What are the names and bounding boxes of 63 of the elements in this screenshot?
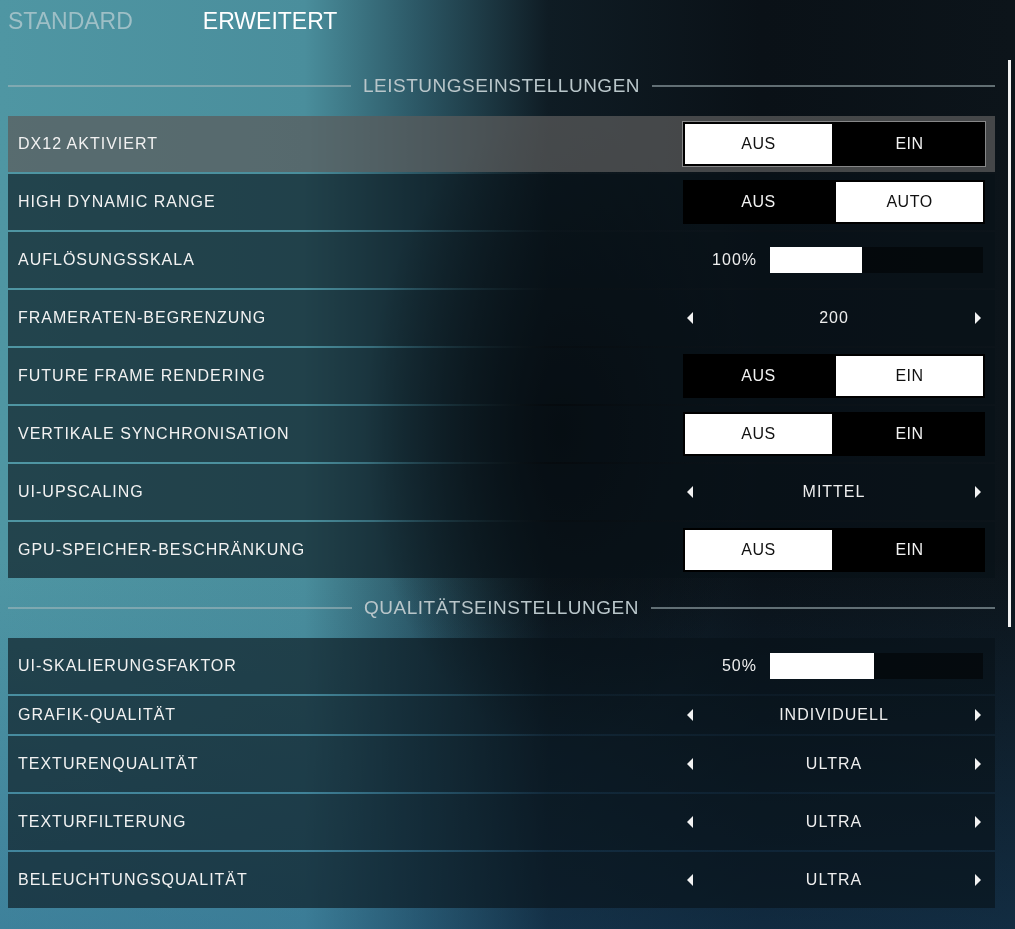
setting-label: TEXTURFILTERUNG xyxy=(18,813,188,831)
setting-row[interactable]: TEXTURFILTERUNG ULTRA xyxy=(8,794,995,850)
setting-row[interactable]: GRAFIK-QUALITÄT INDIVIDUELL xyxy=(8,696,995,734)
slider-fill[interactable] xyxy=(770,247,862,273)
setting-row[interactable]: TEXTURENQUALITÄT ULTRA xyxy=(8,736,995,792)
caret-left-icon[interactable] xyxy=(687,486,693,498)
caret-left-icon[interactable] xyxy=(687,758,693,770)
toggle-option[interactable]: EIN xyxy=(836,530,983,570)
slider-value: 50% xyxy=(720,657,757,675)
toggle-option[interactable]: AUS xyxy=(685,182,832,222)
slider-track[interactable] xyxy=(770,247,983,273)
toggle-option[interactable]: AUS xyxy=(685,356,832,396)
setting-value: INDIVIDUELL xyxy=(778,706,890,724)
segmented-control[interactable]: AUS EIN xyxy=(683,354,985,398)
slider-value: 100% xyxy=(711,251,757,269)
setting-label: UI-SKALIERUNGSFAKTOR xyxy=(18,657,238,675)
setting-label: DX12 AKTIVIERT xyxy=(18,135,159,153)
tab[interactable]: ERWEITERT xyxy=(202,6,338,36)
setting-value: 200 xyxy=(818,309,850,327)
setting-label: VERTIKALE SYNCHRONISATION xyxy=(18,425,291,443)
caret-left-icon[interactable] xyxy=(687,709,693,721)
caret-right-icon[interactable] xyxy=(975,874,981,886)
setting-row[interactable]: UI-SKALIERUNGSFAKTOR 50% xyxy=(8,638,995,694)
toggle-option[interactable]: AUS xyxy=(685,414,832,454)
setting-row[interactable]: GPU-SPEICHER-BESCHRÄNKUNG AUS EIN xyxy=(8,522,995,578)
caret-right-icon[interactable] xyxy=(975,312,981,324)
segmented-control[interactable]: AUS EIN xyxy=(683,122,985,166)
setting-row[interactable]: DX12 AKTIVIERT AUS EIN xyxy=(8,116,995,172)
toggle-option[interactable]: AUS xyxy=(685,530,832,570)
setting-value: ULTRA xyxy=(804,871,864,889)
setting-value: ULTRA xyxy=(804,813,864,831)
slider-fill[interactable] xyxy=(770,653,875,679)
segmented-control[interactable]: AUS EIN xyxy=(683,528,985,572)
segmented-control[interactable]: AUS EIN xyxy=(683,412,985,456)
setting-value: ULTRA xyxy=(804,755,864,773)
caret-right-icon[interactable] xyxy=(975,486,981,498)
setting-label: HIGH DYNAMIC RANGE xyxy=(18,193,217,211)
setting-label: AUFLÖSUNGSSKALA xyxy=(18,251,196,269)
setting-label: GRAFIK-QUALITÄT xyxy=(18,706,178,724)
setting-value: MITTEL xyxy=(801,483,867,501)
caret-left-icon[interactable] xyxy=(687,816,693,828)
setting-label: UI-UPSCALING xyxy=(18,483,145,501)
section-title: LEISTUNGSEINSTELLUNGEN xyxy=(362,75,641,97)
caret-left-icon[interactable] xyxy=(687,874,693,886)
setting-label: FRAMERATEN-BEGRENZUNG xyxy=(18,309,268,327)
setting-label: TEXTURENQUALITÄT xyxy=(18,755,200,773)
scrollbar-thumb[interactable] xyxy=(1008,60,1011,627)
toggle-option[interactable]: EIN xyxy=(836,124,983,164)
caret-right-icon[interactable] xyxy=(975,709,981,721)
toggle-option[interactable]: EIN xyxy=(836,356,983,396)
toggle-option[interactable]: AUS xyxy=(685,124,832,164)
caret-right-icon[interactable] xyxy=(975,758,981,770)
toggle-option[interactable]: AUTO xyxy=(836,182,983,222)
setting-row[interactable]: BELEUCHTUNGSQUALITÄT ULTRA xyxy=(8,852,995,908)
setting-label: FUTURE FRAME RENDERING xyxy=(18,367,267,385)
caret-right-icon[interactable] xyxy=(975,816,981,828)
section-title: QUALITÄTSEINSTELLUNGEN xyxy=(364,597,639,619)
slider-track[interactable] xyxy=(770,653,983,679)
segmented-control[interactable]: AUS AUTO xyxy=(683,180,985,224)
setting-label: BELEUCHTUNGSQUALITÄT xyxy=(18,871,249,889)
setting-label: GPU-SPEICHER-BESCHRÄNKUNG xyxy=(18,541,307,559)
toggle-option[interactable]: EIN xyxy=(836,414,983,454)
caret-left-icon[interactable] xyxy=(687,312,693,324)
